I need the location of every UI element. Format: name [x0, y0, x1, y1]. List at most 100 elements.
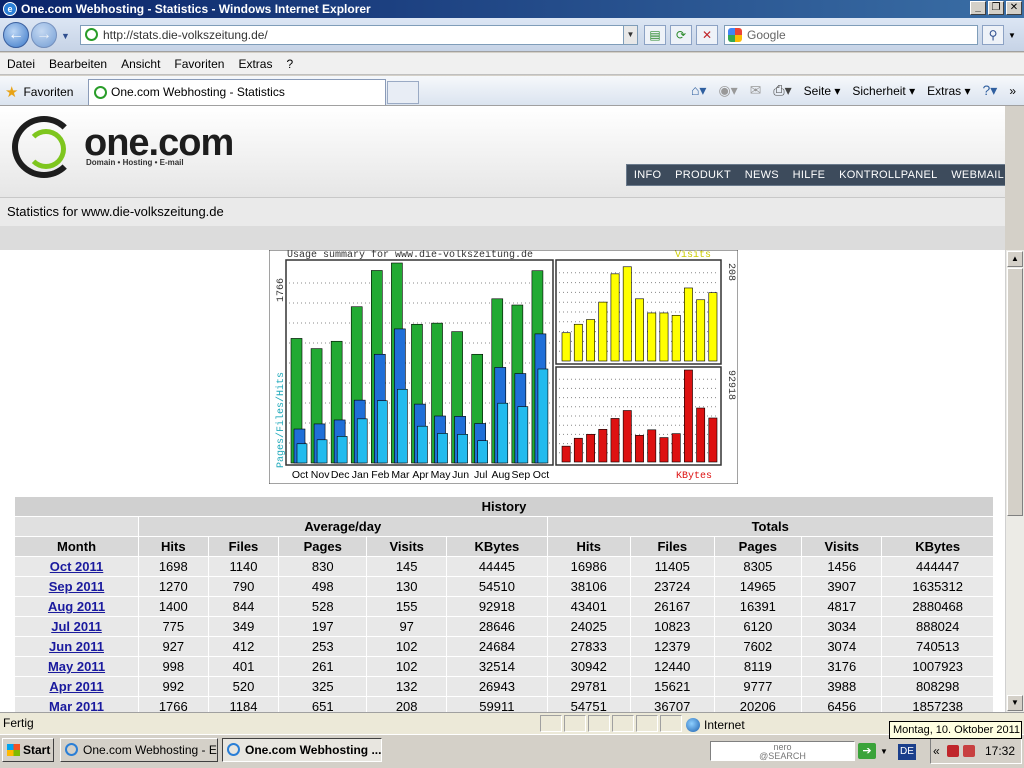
- home-icon[interactable]: ⌂▾: [691, 82, 706, 99]
- seite-menu[interactable]: Seite ▾: [804, 84, 841, 98]
- bar-visits: [635, 298, 644, 362]
- refresh-icon[interactable]: ⟳: [670, 25, 692, 45]
- nero-dropdown-icon[interactable]: ▼: [880, 747, 888, 756]
- table-cell: 992: [138, 676, 209, 697]
- table-cell: 3907: [801, 576, 883, 597]
- table-row: Oct 2011 1698 1140 830 145 44445 16986 11405 830…: [13, 556, 994, 577]
- nav-news[interactable]: NEWS: [745, 169, 779, 181]
- table-cell: 132: [366, 676, 448, 697]
- menu-help[interactable]: ?: [286, 57, 300, 71]
- table-cell: 528: [278, 596, 368, 617]
- month-link[interactable]: Apr 2011: [49, 679, 103, 694]
- security-zone[interactable]: Internet: [686, 715, 745, 735]
- history-group-average: Average/day: [138, 516, 548, 537]
- nero-search-input[interactable]: nero @SEARCH: [710, 741, 855, 761]
- antivirus-icon[interactable]: [963, 745, 975, 757]
- month-link[interactable]: May 2011: [48, 659, 105, 674]
- system-tray: « 17:32: [930, 738, 1022, 764]
- status-cell: [564, 715, 586, 732]
- popup-blocker-icon[interactable]: [612, 715, 634, 732]
- taskbar-item-label: One.com Webhosting - E...: [83, 743, 218, 757]
- search-icon[interactable]: ⚲: [982, 25, 1004, 45]
- status-cell: [588, 715, 610, 732]
- forward-button[interactable]: →: [31, 22, 57, 48]
- month-cell: Sep 2011: [13, 576, 140, 597]
- month-link[interactable]: Jun 2011: [49, 639, 104, 654]
- table-cell: 16391: [713, 596, 803, 617]
- feeds-icon[interactable]: ◉▾: [718, 82, 737, 99]
- back-button[interactable]: ←: [3, 22, 29, 48]
- address-input[interactable]: http://stats.die-volkszeitung.de/ ▼: [80, 25, 638, 45]
- bar-kbytes: [610, 418, 620, 463]
- one-com-logo-icon[interactable]: [12, 116, 76, 178]
- minimize-button[interactable]: _: [970, 1, 986, 15]
- month-cell: Oct 2011: [13, 556, 140, 577]
- table-cell: 1400: [138, 596, 209, 617]
- history-dropdown-icon[interactable]: ▼: [61, 31, 70, 41]
- menu-favoriten[interactable]: Favoriten: [174, 57, 231, 71]
- nav-info[interactable]: INFO: [634, 169, 661, 181]
- language-indicator[interactable]: DE: [898, 744, 916, 760]
- tray-expand-icon[interactable]: «: [933, 739, 940, 763]
- google-icon: [728, 28, 742, 42]
- table-cell: 59911: [446, 696, 548, 712]
- table-cell: 208: [366, 696, 448, 712]
- usage-chart: Usage summary for www.die-volkszeitung.d…: [268, 249, 739, 485]
- bar-pages: [296, 443, 308, 464]
- bar-visits: [647, 312, 657, 362]
- go-arrow-icon[interactable]: ➔: [858, 743, 876, 759]
- table-cell: 155: [366, 596, 448, 617]
- nav-webmail[interactable]: WEBMAIL: [951, 169, 1004, 181]
- taskbar-item-ie-2[interactable]: One.com Webhosting ...: [222, 738, 382, 762]
- compatibility-view-icon[interactable]: ▤: [644, 25, 666, 45]
- month-link[interactable]: Oct 2011: [50, 559, 104, 574]
- globe-icon: [686, 718, 700, 732]
- scroll-up-icon[interactable]: ▲: [1007, 251, 1023, 267]
- search-input[interactable]: Google: [724, 25, 978, 45]
- sicherheit-menu[interactable]: Sicherheit ▾: [852, 84, 915, 98]
- security-shield-icon[interactable]: [947, 745, 959, 757]
- extras-menu[interactable]: Extras ▾: [927, 84, 970, 98]
- history-col-pages-total: Pages: [713, 536, 803, 557]
- new-tab-button[interactable]: [387, 81, 419, 104]
- windows-logo-icon: [7, 744, 20, 756]
- history-header-row: Month Hits Files Pages Visits KBytes Hits Files…: [13, 536, 994, 557]
- close-button[interactable]: ✕: [1006, 1, 1022, 15]
- table-cell: 1698: [138, 556, 209, 577]
- menu-datei[interactable]: Datei: [7, 57, 42, 71]
- nav-hilfe[interactable]: HILFE: [793, 169, 826, 181]
- table-cell: 23724: [630, 576, 715, 597]
- scroll-down-icon[interactable]: ▼: [1007, 695, 1023, 711]
- table-row: Aug 2011 1400 844 528 155 92918 43401 26167 1639…: [13, 596, 994, 617]
- month-cell: May 2011: [13, 656, 140, 677]
- tab-statistics[interactable]: One.com Webhosting - Statistics: [88, 79, 386, 105]
- start-label: Start: [23, 743, 51, 757]
- table-cell: 740513: [881, 636, 994, 657]
- menu-bearbeiten[interactable]: Bearbeiten: [49, 57, 114, 71]
- month-link[interactable]: Jul 2011: [51, 619, 102, 634]
- start-button[interactable]: Start: [2, 738, 54, 762]
- month-link[interactable]: Mar 2011: [49, 699, 104, 712]
- restore-button[interactable]: ❐: [988, 1, 1004, 15]
- taskbar-item-ie-1[interactable]: One.com Webhosting - E...: [60, 738, 218, 762]
- nav-kontrollpanel[interactable]: KONTROLLPANEL: [839, 169, 937, 181]
- tab-bar: ★ Favoriten One.com Webhosting - Statist…: [0, 76, 1024, 106]
- stop-icon[interactable]: ✕: [696, 25, 718, 45]
- search-options-icon[interactable]: ▼: [1008, 31, 1016, 40]
- print-icon[interactable]: ⎙▾: [773, 82, 791, 99]
- chevron-right-icon[interactable]: »: [1009, 84, 1016, 98]
- favorites-button[interactable]: ★ Favoriten: [5, 83, 73, 101]
- help-icon[interactable]: ?▾: [982, 82, 997, 99]
- nav-produkt[interactable]: PRODUKT: [675, 169, 731, 181]
- vertical-scrollbar[interactable]: ▲ ▼: [1005, 250, 1024, 712]
- month-link[interactable]: Aug 2011: [48, 599, 105, 614]
- menu-ansicht[interactable]: Ansicht: [121, 57, 167, 71]
- table-cell: 16986: [546, 556, 631, 577]
- address-dropdown-icon[interactable]: ▼: [623, 26, 637, 44]
- month-link[interactable]: Sep 2011: [49, 579, 105, 594]
- table-cell: 998: [138, 656, 209, 677]
- scroll-thumb[interactable]: [1007, 268, 1023, 516]
- menu-extras[interactable]: Extras: [238, 57, 279, 71]
- clock[interactable]: 17:32: [985, 739, 1015, 763]
- mail-icon[interactable]: ✉: [750, 82, 762, 99]
